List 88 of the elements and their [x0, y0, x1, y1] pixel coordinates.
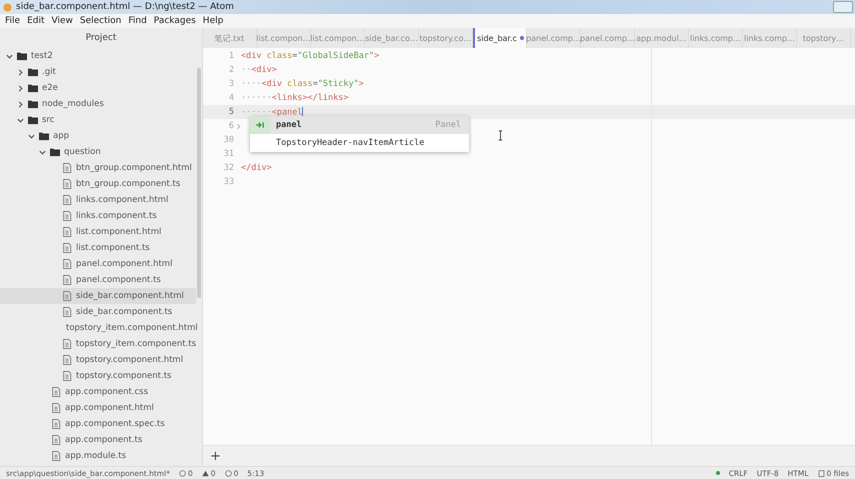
info-icon: [224, 470, 232, 476]
tree-item[interactable]: panel.component.html: [0, 256, 196, 272]
add-button[interactable]: +: [208, 450, 223, 462]
file-icon: [62, 275, 72, 285]
suggestion-item[interactable]: TopstoryHeader-navItemArticle: [250, 134, 469, 152]
menu-item[interactable]: Edit: [27, 16, 44, 26]
line-number: 33: [222, 177, 234, 187]
line-number: 32: [222, 163, 234, 173]
file-icon: [51, 387, 61, 397]
code-line: <div class="GlobalSideBar">: [241, 51, 380, 61]
code-line: ······<links></links>: [241, 93, 348, 103]
file-icon: [62, 195, 72, 205]
suggestion-item[interactable]: panel Panel: [250, 116, 469, 134]
line-number: 6: [228, 121, 234, 131]
line-number: 31: [222, 149, 234, 159]
menu-item[interactable]: Help: [202, 16, 224, 26]
chevron-down-icon[interactable]: [17, 116, 24, 124]
tree-item[interactable]: side_bar.component.html: [0, 288, 196, 304]
file-icon: [62, 291, 72, 301]
menu-item[interactable]: Selection: [80, 16, 122, 26]
tree-item[interactable]: node_modules: [0, 96, 196, 112]
tree-item[interactable]: list.component.html: [0, 224, 196, 240]
tree-item[interactable]: test2: [0, 48, 196, 64]
tree-item[interactable]: topstory_item.component.html: [0, 320, 196, 336]
line-number: 30: [222, 135, 234, 145]
tree-item[interactable]: question: [0, 144, 196, 160]
line-number: 3: [228, 79, 234, 89]
menu-item[interactable]: File: [5, 16, 20, 26]
file-icon: [51, 403, 61, 413]
menu-item[interactable]: View: [52, 16, 73, 26]
file-icon: [51, 435, 61, 445]
file-icon: [51, 451, 61, 461]
editor-tab[interactable]: side_bar.c: [473, 28, 527, 48]
tree-item[interactable]: side_bar.component.ts: [0, 304, 196, 320]
tree-item[interactable]: app.component.html: [0, 400, 196, 416]
clipboard-icon: [818, 470, 824, 476]
file-icon: [62, 179, 72, 189]
file-icon: [62, 163, 72, 173]
tree-item[interactable]: .git: [0, 64, 196, 80]
file-icon: [62, 355, 72, 365]
chevron-right-icon[interactable]: [17, 84, 24, 92]
code-line: ····<div class="Sticky">: [241, 79, 364, 89]
mouse-cursor-icon: [498, 130, 503, 141]
error-icon: [178, 470, 186, 476]
status-dot-icon: [716, 471, 720, 475]
file-icon: [62, 259, 72, 269]
line-number: 1: [228, 51, 234, 61]
tree-item[interactable]: links.component.html: [0, 192, 196, 208]
tree-item[interactable]: panel.component.ts: [0, 272, 196, 288]
tree-item[interactable]: app.component.css: [0, 384, 196, 400]
tree-item[interactable]: topstory.component.html: [0, 352, 196, 368]
tree-item[interactable]: list.component.ts: [0, 240, 196, 256]
tree-item[interactable]: btn_group.component.html: [0, 160, 196, 176]
tree-item[interactable]: app.module.ts: [0, 448, 196, 464]
code-line: ······<panel: [241, 106, 304, 118]
file-icon: [62, 371, 72, 381]
chevron-right-icon[interactable]: [17, 100, 24, 108]
panel-title: Project: [86, 33, 116, 43]
chevron-right-icon[interactable]: [17, 68, 24, 76]
tree-item[interactable]: app: [0, 128, 196, 144]
chevron-down-icon[interactable]: [6, 52, 13, 60]
code-line: ··<div>: [241, 65, 277, 75]
file-icon: [62, 243, 72, 253]
app-icon: [3, 2, 12, 12]
tree-item[interactable]: topstory_item.component.ts: [0, 336, 196, 352]
snippet-icon: [256, 121, 264, 129]
tree-item[interactable]: app.component.spec.ts: [0, 416, 196, 432]
warning-icon: [202, 470, 209, 476]
tree-item[interactable]: links.component.ts: [0, 208, 196, 224]
code-line: </div>: [241, 163, 272, 173]
line-number: 5: [228, 107, 234, 117]
menu-item[interactable]: Find: [128, 16, 147, 26]
file-icon: [62, 307, 72, 317]
window-title: side_bar.component.html — D:\ng\test2 — Atom: [16, 2, 234, 12]
tree-item[interactable]: topstory.component.ts: [0, 368, 196, 384]
tree-item[interactable]: app.component.ts: [0, 432, 196, 448]
menu-item[interactable]: Packages: [154, 16, 196, 26]
tree-item[interactable]: src: [0, 112, 196, 128]
file-icon: [62, 227, 72, 237]
tree-item[interactable]: btn_group.component.ts: [0, 176, 196, 192]
line-number: 4: [228, 93, 234, 103]
file-icon: [62, 211, 72, 221]
tree-item[interactable]: e2e: [0, 80, 196, 96]
file-icon: [62, 339, 72, 349]
chevron-down-icon[interactable]: [39, 148, 46, 156]
chevron-down-icon[interactable]: [28, 132, 35, 140]
file-icon: [51, 419, 61, 429]
line-number: 2: [228, 65, 234, 75]
